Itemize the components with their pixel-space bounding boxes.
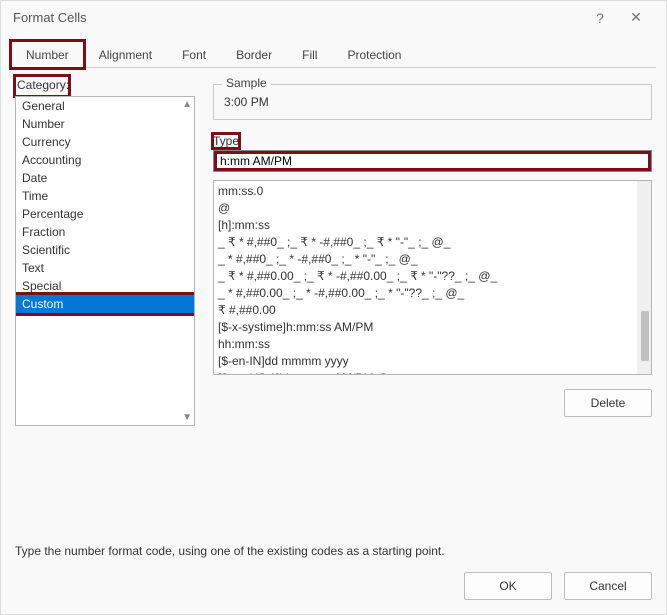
sample-block: Sample 3:00 PM: [213, 84, 652, 120]
hint-text: Type the number format code, using one o…: [1, 530, 666, 558]
cancel-button[interactable]: Cancel: [564, 572, 652, 600]
tab-fill[interactable]: Fill: [287, 41, 332, 68]
tab-number[interactable]: Number: [11, 41, 84, 68]
delete-button[interactable]: Delete: [564, 389, 652, 417]
format-code-item[interactable]: _ ₹ * #,##0.00_ ;_ ₹ * -#,##0.00_ ;_ ₹ *…: [218, 268, 647, 285]
category-item-time[interactable]: Time: [16, 187, 194, 205]
scrollbar-thumb[interactable]: [641, 311, 649, 361]
scrollbar[interactable]: [637, 181, 651, 374]
dialog-footer: OK Cancel: [1, 558, 666, 614]
sample-label: Sample: [222, 76, 271, 90]
tabs: Number Alignment Font Border Fill Protec…: [11, 40, 656, 68]
category-item-general[interactable]: General: [16, 97, 194, 115]
category-item-currency[interactable]: Currency: [16, 133, 194, 151]
type-label: Type: [213, 134, 239, 148]
category-item-special[interactable]: Special: [16, 277, 194, 295]
sample-value: 3:00 PM: [224, 91, 641, 109]
format-code-item[interactable]: ₹ #,##0.00: [218, 302, 647, 319]
titlebar: Format Cells ? ✕: [1, 1, 666, 34]
tab-protection[interactable]: Protection: [332, 41, 416, 68]
category-item-custom[interactable]: Custom: [16, 295, 194, 313]
details-column: Sample 3:00 PM Type mm:ss.0@[h]:mm:ss_ ₹…: [213, 76, 652, 530]
category-item-fraction[interactable]: Fraction: [16, 223, 194, 241]
tab-border[interactable]: Border: [221, 41, 287, 68]
category-label: Category:: [15, 76, 69, 96]
category-column: Category: ▲ GeneralNumberCurrencyAccount…: [15, 76, 195, 530]
category-item-date[interactable]: Date: [16, 169, 194, 187]
ok-button[interactable]: OK: [464, 572, 552, 600]
dialog-title: Format Cells: [13, 10, 582, 25]
close-icon[interactable]: ✕: [618, 9, 654, 26]
category-list[interactable]: ▲ GeneralNumberCurrencyAccountingDateTim…: [15, 96, 195, 426]
format-code-item[interactable]: hh:mm:ss: [218, 336, 647, 353]
format-cells-dialog: Format Cells ? ✕ Number Alignment Font B…: [0, 0, 667, 615]
tab-font[interactable]: Font: [167, 41, 221, 68]
format-code-item[interactable]: [$-en-IN]dd mmmm yyyy: [218, 353, 647, 370]
format-code-item[interactable]: @: [218, 200, 647, 217]
format-code-item[interactable]: _ * #,##0_ ;_ * -#,##0_ ;_ * "-"_ ;_ @_: [218, 251, 647, 268]
type-input[interactable]: [213, 150, 652, 172]
tab-alignment[interactable]: Alignment: [84, 41, 167, 68]
tab-content: Category: ▲ GeneralNumberCurrencyAccount…: [1, 68, 666, 530]
category-item-scientific[interactable]: Scientific: [16, 241, 194, 259]
format-code-item[interactable]: _ ₹ * #,##0_ ;_ ₹ * -#,##0_ ;_ ₹ * "-"_ …: [218, 234, 647, 251]
category-item-text[interactable]: Text: [16, 259, 194, 277]
format-code-item[interactable]: [$-x-systime]h:mm:ss AM/PM: [218, 319, 647, 336]
category-item-percentage[interactable]: Percentage: [16, 205, 194, 223]
category-item-accounting[interactable]: Accounting: [16, 151, 194, 169]
format-code-item[interactable]: [$-en-US,1]hh:mm:ss AM/PM;@: [218, 370, 647, 375]
format-code-item[interactable]: mm:ss.0: [218, 183, 647, 200]
category-item-number[interactable]: Number: [16, 115, 194, 133]
format-code-item[interactable]: [h]:mm:ss: [218, 217, 647, 234]
scroll-up-icon[interactable]: ▲: [182, 99, 192, 110]
scroll-down-icon[interactable]: ▼: [182, 412, 192, 423]
format-code-item[interactable]: _ * #,##0.00_ ;_ * -#,##0.00_ ;_ * "-"??…: [218, 285, 647, 302]
format-codes-list[interactable]: mm:ss.0@[h]:mm:ss_ ₹ * #,##0_ ;_ ₹ * -#,…: [213, 180, 652, 375]
help-icon[interactable]: ?: [582, 10, 618, 26]
